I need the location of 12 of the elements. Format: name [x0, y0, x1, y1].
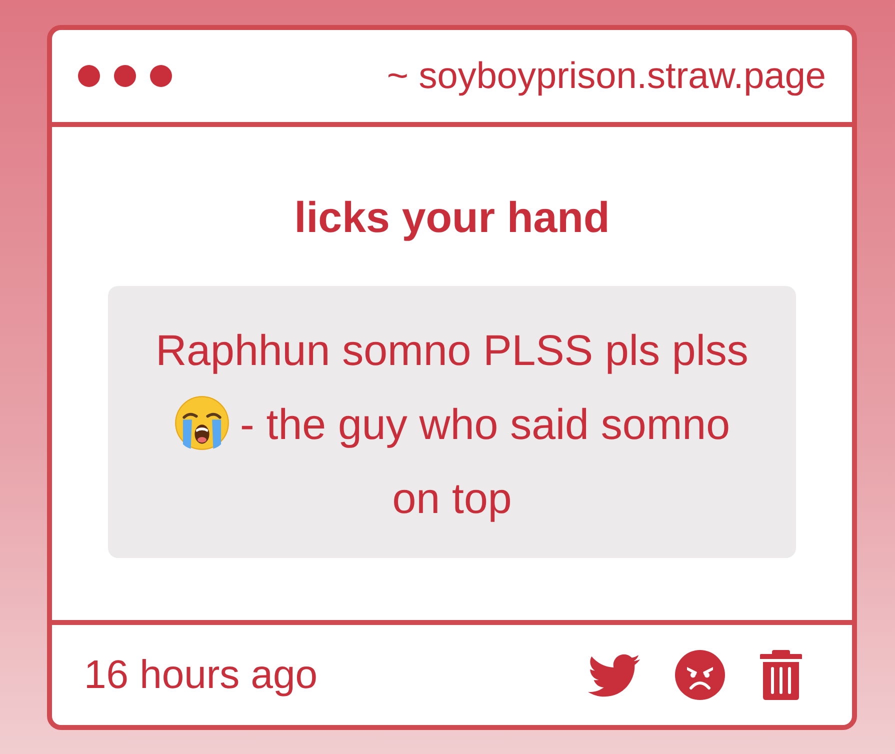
page-url: ~ soyboyprison.straw.page	[386, 54, 826, 98]
message-text: Raphhun somno PLSS pls plss	[154, 326, 750, 377]
angry-face-icon[interactable]	[675, 650, 725, 700]
window-dot-icon	[114, 65, 136, 87]
timestamp: 16 hours ago	[84, 652, 318, 698]
crying-face-icon	[174, 395, 230, 451]
bird-icon[interactable]	[588, 654, 640, 696]
trash-icon[interactable]	[760, 650, 802, 700]
window-dot-icon	[78, 65, 100, 87]
message-text: - the guy who said somno on top	[240, 401, 730, 523]
post-title: licks your hand	[293, 197, 611, 240]
window-dot-icon	[150, 65, 172, 87]
